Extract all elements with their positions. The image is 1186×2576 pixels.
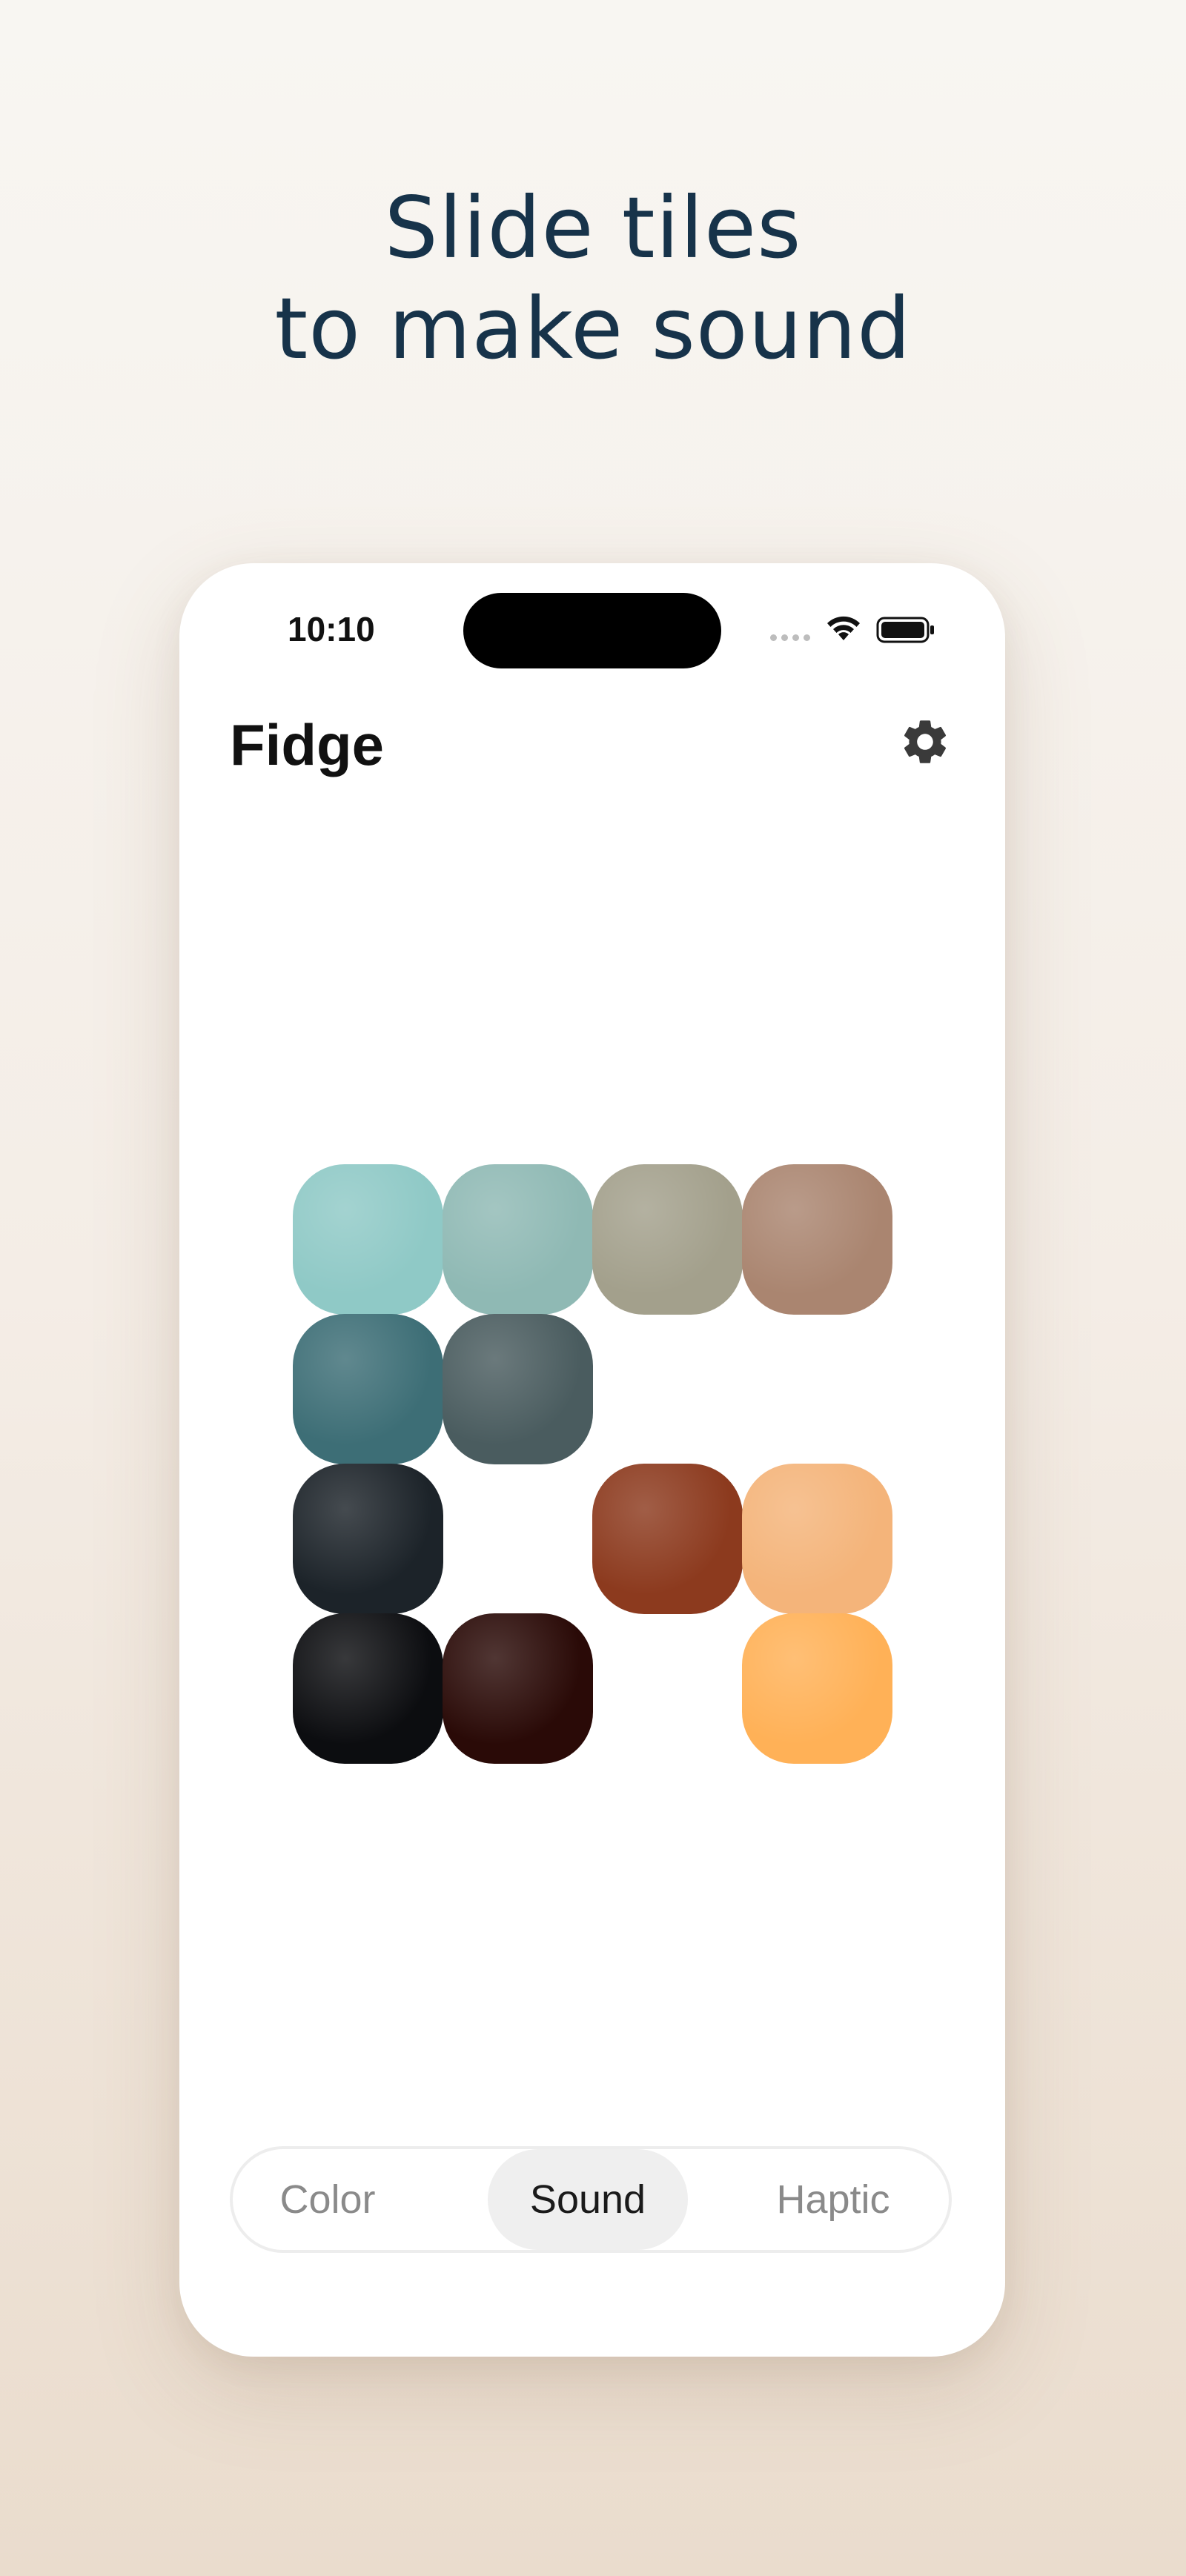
cellular-signal-icon bbox=[770, 634, 810, 641]
mode-option-haptic[interactable]: Haptic bbox=[737, 2149, 930, 2250]
sound-tile[interactable] bbox=[443, 1164, 593, 1315]
headline-line-2: to make sound bbox=[274, 279, 912, 378]
phone-screen: 10:10 Fidge Color Sound Haptic bbox=[179, 563, 1005, 2357]
sound-tile[interactable] bbox=[742, 1164, 892, 1315]
sound-tile[interactable] bbox=[742, 1613, 892, 1764]
dynamic-island bbox=[463, 593, 721, 668]
sound-tile[interactable] bbox=[293, 1464, 443, 1614]
status-time: 10:10 bbox=[288, 610, 375, 648]
sound-tile[interactable] bbox=[443, 1613, 593, 1764]
headline-line-1: Slide tiles bbox=[384, 179, 802, 277]
headline: Slide tiles to make sound bbox=[0, 178, 1186, 379]
battery-icon bbox=[876, 617, 934, 643]
sound-tile[interactable] bbox=[293, 1314, 443, 1464]
mode-option-sound[interactable]: Sound bbox=[488, 2149, 688, 2250]
sound-tile[interactable] bbox=[443, 1314, 593, 1464]
wifi-icon bbox=[827, 616, 860, 640]
sound-tile[interactable] bbox=[293, 1613, 443, 1764]
mode-switcher: Color Sound Haptic bbox=[230, 2146, 952, 2253]
sound-tile[interactable] bbox=[592, 1464, 743, 1614]
mode-option-color[interactable]: Color bbox=[246, 2149, 409, 2250]
sound-tile[interactable] bbox=[592, 1164, 743, 1315]
gear-icon[interactable] bbox=[898, 715, 952, 769]
app-title: Fidge bbox=[230, 712, 384, 777]
sound-tile[interactable] bbox=[742, 1464, 892, 1614]
sound-tile[interactable] bbox=[293, 1164, 443, 1315]
